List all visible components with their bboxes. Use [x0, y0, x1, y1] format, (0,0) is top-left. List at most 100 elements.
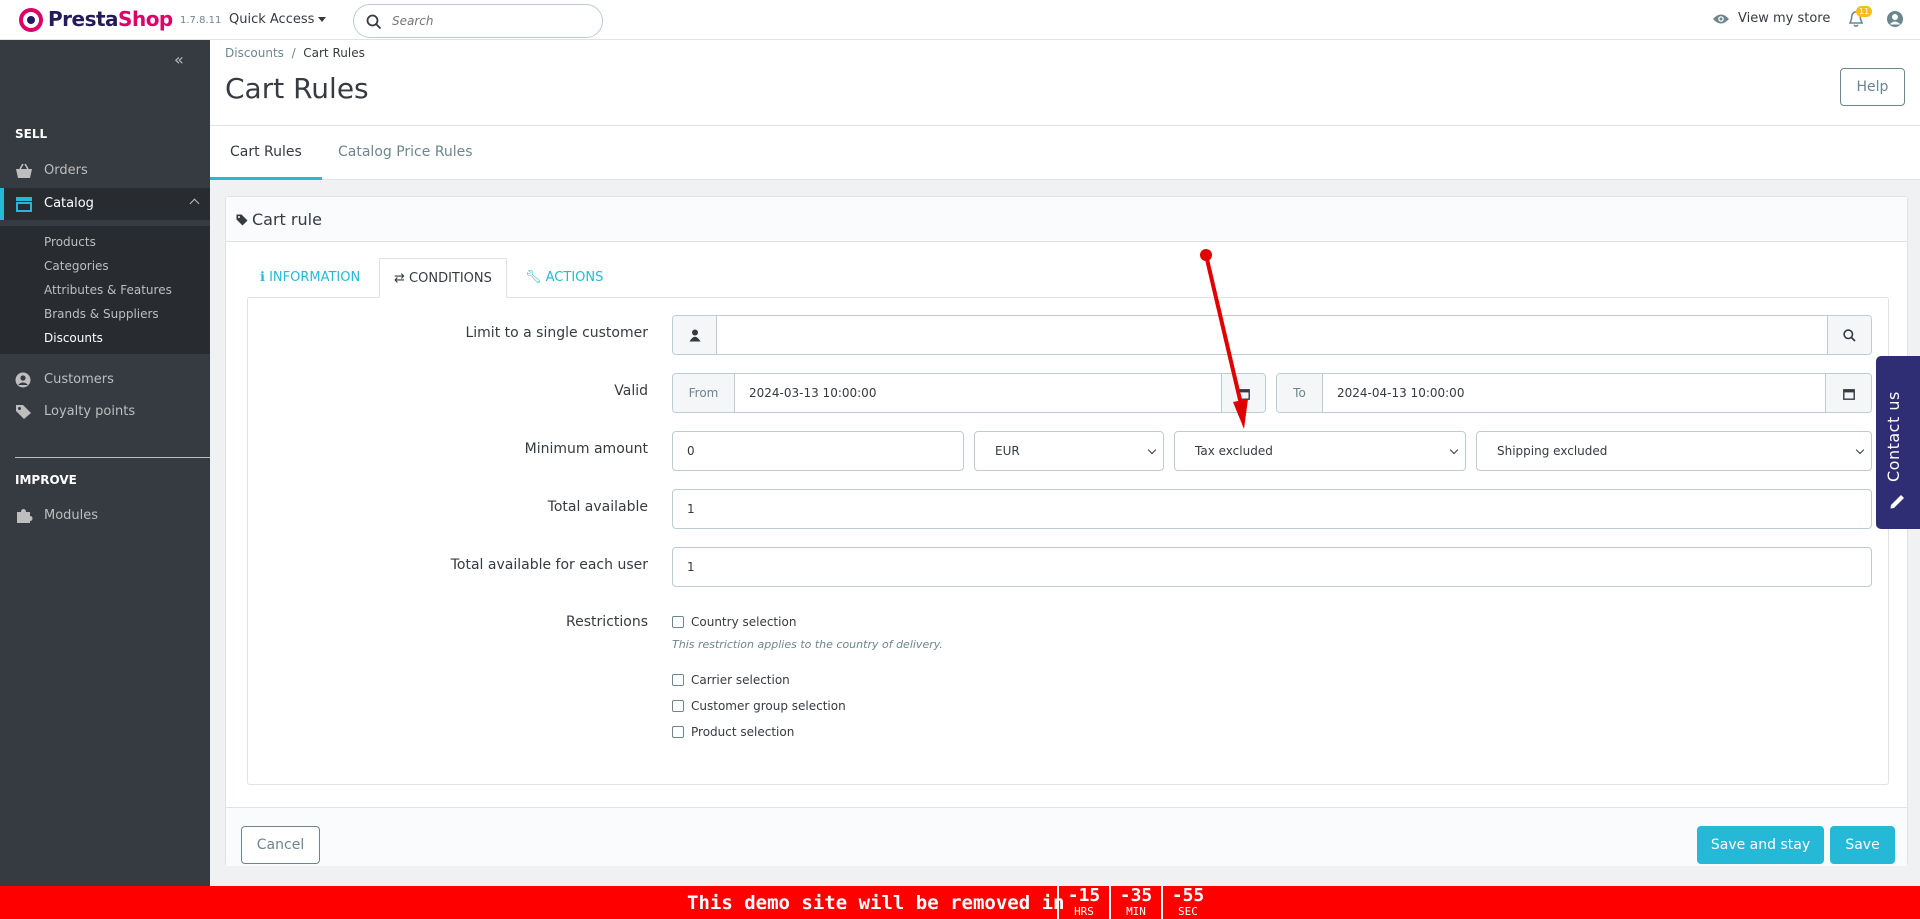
tab-label: ACTIONS	[545, 270, 604, 285]
product-selection-checkbox[interactable]: Product selection	[672, 725, 794, 739]
customer-group-selection-checkbox[interactable]: Customer group selection	[672, 699, 846, 713]
help-button[interactable]: Help	[1840, 68, 1905, 106]
cancel-button[interactable]: Cancel	[241, 826, 320, 864]
notifications-button[interactable]: 11	[1848, 6, 1873, 32]
save-button[interactable]: Save	[1830, 826, 1895, 864]
collapse-sidebar-icon[interactable]: «	[174, 50, 184, 69]
total-each-user-input[interactable]	[673, 548, 1853, 586]
brand-part1: Presta	[48, 7, 119, 31]
checkbox-box[interactable]	[672, 616, 684, 628]
tab-catalog-price-rules[interactable]: Catalog Price Rules	[318, 126, 493, 180]
catalog-submenu: Products Categories Attributes & Feature…	[0, 226, 210, 354]
search-icon	[366, 14, 382, 30]
prestashop-logo-icon[interactable]	[19, 8, 43, 32]
wrench-icon: 🔧︎	[525, 270, 546, 285]
panel-heading: Cart rule	[226, 197, 1907, 242]
tab-label: INFORMATION	[269, 270, 361, 285]
checkbox-label: Country selection	[691, 615, 797, 629]
brand-logo[interactable]: PrestaShop	[48, 7, 173, 31]
panel-title: Cart rule	[252, 210, 322, 229]
user-circle-icon	[1887, 11, 1903, 27]
customer-search-button[interactable]	[1827, 316, 1871, 354]
checkbox-box[interactable]	[672, 700, 684, 712]
eye-icon	[1713, 14, 1729, 23]
date-from-input[interactable]	[735, 374, 1215, 412]
date-to-calendar-button[interactable]	[1825, 374, 1871, 412]
countdown-minutes: -35 MIN	[1109, 886, 1161, 919]
checkbox-box[interactable]	[672, 726, 684, 738]
to-addon: To	[1277, 374, 1323, 412]
conditions-form: Limit to a single customer Valid From To	[247, 297, 1889, 785]
sidebar-item-label: Orders	[44, 163, 88, 178]
limit-customer-label: Limit to a single customer	[465, 325, 648, 341]
minutes-unit: MIN	[1126, 905, 1146, 918]
countdown-seconds: -55 SEC	[1161, 886, 1213, 919]
from-addon: From	[673, 374, 735, 412]
minutes-value: -35	[1119, 885, 1153, 906]
valid-label: Valid	[614, 383, 648, 399]
section-improve: IMPROVE	[15, 473, 77, 487]
sidebar-item-loyalty-points[interactable]: Loyalty points	[0, 396, 210, 428]
save-and-stay-button[interactable]: Save and stay	[1697, 826, 1824, 864]
chevron-down-icon	[1147, 445, 1157, 455]
user-account-button[interactable]	[1886, 10, 1904, 32]
checkbox-label: Carrier selection	[691, 673, 790, 687]
tax-value: Tax excluded	[1195, 444, 1273, 458]
breadcrumb-current: Cart Rules	[303, 46, 365, 60]
country-restriction-hint: This restriction applies to the country …	[672, 638, 943, 651]
sidebar-subitem-brands[interactable]: Brands & Suppliers	[44, 307, 159, 321]
tab-conditions[interactable]: ⇄ CONDITIONS	[379, 258, 507, 298]
search-bar[interactable]	[353, 4, 603, 38]
sidebar-item-label: Catalog	[44, 196, 94, 211]
date-from-group: From	[672, 373, 1266, 413]
user-icon	[689, 329, 700, 342]
sidebar-item-catalog[interactable]: Catalog	[0, 188, 210, 220]
sidebar-item-modules[interactable]: Modules	[0, 500, 210, 532]
sidebar: « SELL Orders Catalog Products Categorie…	[0, 40, 210, 886]
countdown-hours: -15 HRS	[1057, 886, 1109, 919]
checkbox-box[interactable]	[672, 674, 684, 686]
checkbox-label: Customer group selection	[691, 699, 846, 713]
sidebar-subitem-discounts[interactable]: Discounts	[44, 331, 103, 345]
tax-select[interactable]: Tax excluded	[1174, 431, 1466, 471]
checkbox-label: Product selection	[691, 725, 795, 739]
contact-us-tab[interactable]: Contact us	[1876, 356, 1920, 529]
demo-countdown-banner: This demo site will be removed in -15 HRS…	[0, 886, 1920, 919]
sidebar-item-orders[interactable]: Orders	[0, 155, 210, 187]
person-icon	[15, 372, 31, 388]
customer-input[interactable]	[717, 316, 1827, 354]
tab-information[interactable]: ℹ INFORMATION	[246, 258, 374, 298]
tab-cart-rules[interactable]: Cart Rules	[210, 126, 322, 180]
total-available-input[interactable]	[673, 490, 1853, 528]
caret-down-icon	[318, 17, 327, 22]
basket-icon	[16, 163, 32, 178]
sidebar-subitem-categories[interactable]: Categories	[44, 259, 109, 273]
date-to-input[interactable]	[1323, 374, 1823, 412]
currency-value: EUR	[995, 444, 1020, 458]
sidebar-subitem-attributes[interactable]: Attributes & Features	[44, 283, 172, 297]
total-available-field	[672, 489, 1872, 529]
seconds-value: -55	[1171, 885, 1205, 906]
pencil-icon	[1890, 495, 1904, 509]
sidebar-item-customers[interactable]: Customers	[0, 364, 210, 396]
quick-access-dropdown[interactable]: Quick Access	[229, 12, 327, 27]
shipping-select[interactable]: Shipping excluded	[1476, 431, 1872, 471]
currency-select[interactable]: EUR	[974, 431, 1164, 471]
breadcrumb-parent[interactable]: Discounts	[225, 46, 284, 60]
total-each-user-label: Total available for each user	[450, 557, 648, 573]
hours-value: -15	[1067, 885, 1101, 906]
carrier-selection-checkbox[interactable]: Carrier selection	[672, 673, 790, 687]
calendar-icon	[1842, 388, 1855, 400]
sidebar-divider	[15, 457, 210, 458]
search-input[interactable]	[392, 11, 582, 31]
tab-actions[interactable]: 🔧︎ ACTIONS	[511, 258, 617, 298]
minimum-amount-input[interactable]	[673, 432, 953, 470]
search-icon	[1843, 329, 1856, 342]
sidebar-item-label: Modules	[44, 508, 99, 523]
view-store-link[interactable]: View my store	[1712, 11, 1830, 26]
sidebar-subitem-products[interactable]: Products	[44, 235, 96, 249]
top-header: PrestaShop 1.7.8.11 Quick Access View my…	[0, 0, 1920, 40]
country-selection-checkbox[interactable]: Country selection	[672, 615, 796, 629]
breadcrumb-separator: /	[291, 46, 296, 60]
page-header: Discounts / Cart Rules Cart Rules Help	[210, 40, 1920, 125]
